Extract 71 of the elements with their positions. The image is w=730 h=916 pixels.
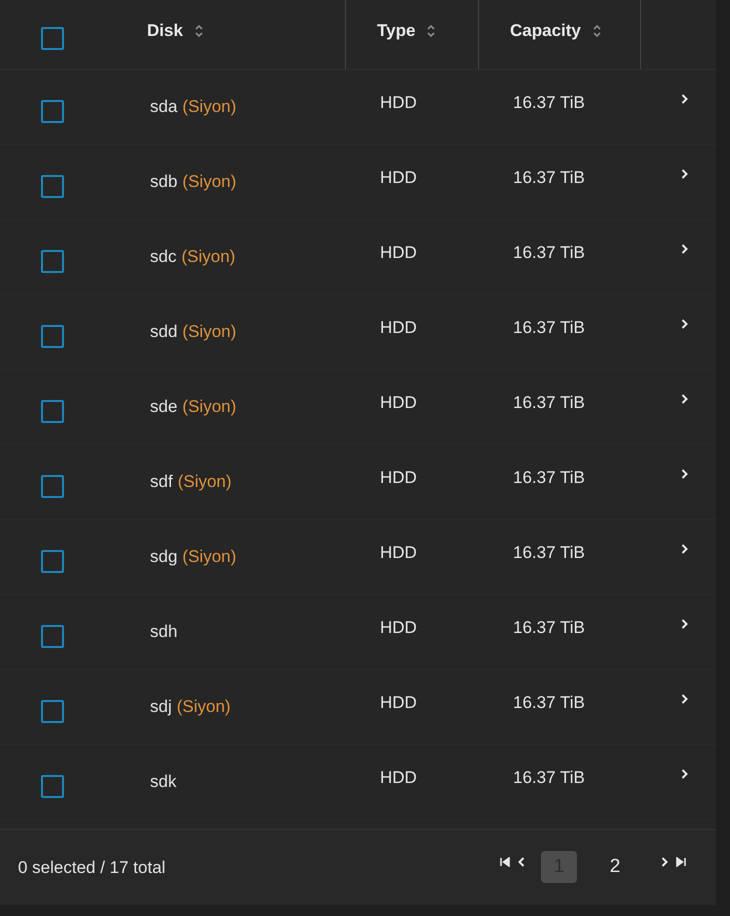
- chevron-right-icon[interactable]: [681, 244, 688, 254]
- chevron-right-icon[interactable]: [681, 544, 688, 554]
- chevron-right-icon[interactable]: [681, 394, 688, 404]
- row-checkbox[interactable]: [41, 700, 64, 722]
- chevron-right-icon[interactable]: [681, 769, 688, 779]
- selection-summary: 0 selected / 17 total: [18, 858, 166, 878]
- disk-type: HDD: [380, 468, 417, 488]
- disk-name: sdk: [150, 772, 176, 792]
- row-checkbox[interactable]: [41, 474, 64, 498]
- pool-label: (Siyon): [178, 472, 232, 492]
- disk-type: HDD: [380, 168, 417, 188]
- disk-type: HDD: [380, 242, 417, 262]
- column-header[interactable]: Disk: [147, 21, 183, 41]
- row-checkbox[interactable]: [41, 624, 64, 648]
- chevron-right-icon[interactable]: [681, 469, 688, 479]
- pool-label: (Siyon): [182, 172, 236, 192]
- row-checkbox[interactable]: [41, 250, 64, 272]
- disk-name: sdd: [150, 322, 178, 342]
- disk-capacity: 16.37 TiB: [513, 168, 585, 188]
- disk-capacity: 16.37 TiB: [513, 92, 585, 112]
- select-all-checkbox[interactable]: [41, 27, 64, 50]
- disk-name: sdf: [150, 472, 173, 492]
- disk-name: sdh: [150, 622, 178, 642]
- disk-type: HDD: [380, 768, 417, 788]
- chevron-right-icon[interactable]: [681, 94, 688, 104]
- disk-type: HDD: [380, 542, 417, 562]
- first-page-icon[interactable]: [500, 856, 510, 866]
- disk-capacity: 16.37 TiB: [513, 542, 585, 562]
- disk-capacity: 16.37 TiB: [513, 692, 585, 712]
- disk-capacity: 16.37 TiB: [513, 468, 585, 488]
- chevron-right-icon[interactable]: [681, 619, 688, 629]
- disk-capacity: 16.37 TiB: [513, 618, 585, 638]
- chevron-right-icon[interactable]: [681, 169, 688, 179]
- pool-label: (Siyon): [182, 97, 236, 117]
- row-checkbox[interactable]: [41, 400, 64, 422]
- chevron-right-icon[interactable]: [681, 694, 688, 704]
- previous-page-icon[interactable]: [518, 856, 525, 866]
- sort-icon[interactable]: [427, 24, 436, 38]
- disk-type: HDD: [380, 92, 417, 112]
- row-checkbox[interactable]: [41, 174, 64, 198]
- disk-name: sdc: [150, 247, 176, 267]
- pool-label: (Siyon): [182, 397, 236, 417]
- pool-label: (Siyon): [182, 322, 236, 342]
- pool-label: (Siyon): [176, 697, 231, 717]
- disk-name: sde: [150, 397, 178, 417]
- disk-type: HDD: [380, 318, 417, 338]
- disk-name: sdb: [150, 172, 178, 192]
- next-page-icon[interactable]: [661, 856, 668, 866]
- row-checkbox[interactable]: [41, 774, 64, 798]
- disk-capacity: 16.37 TiB: [513, 768, 585, 788]
- disk-type: HDD: [380, 392, 417, 412]
- row-checkbox[interactable]: [41, 324, 64, 348]
- chevron-right-icon[interactable]: [681, 319, 688, 329]
- disk-capacity: 16.37 TiB: [513, 392, 585, 412]
- pool-label: (Siyon): [181, 247, 236, 267]
- pool-label: (Siyon): [182, 547, 236, 567]
- page-button[interactable]: 2: [597, 850, 633, 882]
- column-header[interactable]: Capacity: [510, 21, 581, 41]
- column-header[interactable]: Type: [377, 21, 416, 41]
- row-checkbox[interactable]: [41, 100, 64, 122]
- disk-capacity: 16.37 TiB: [513, 242, 585, 262]
- last-page-icon[interactable]: [676, 856, 686, 866]
- disk-type: HDD: [380, 692, 417, 712]
- disk-type: HDD: [380, 618, 417, 638]
- disk-name: sda: [150, 97, 178, 117]
- sort-icon[interactable]: [592, 24, 601, 38]
- row-checkbox[interactable]: [41, 550, 64, 572]
- disk-name: sdj: [150, 697, 172, 717]
- sort-icon[interactable]: [194, 24, 203, 38]
- disk-name: sdg: [150, 547, 178, 567]
- disk-capacity: 16.37 TiB: [513, 318, 585, 338]
